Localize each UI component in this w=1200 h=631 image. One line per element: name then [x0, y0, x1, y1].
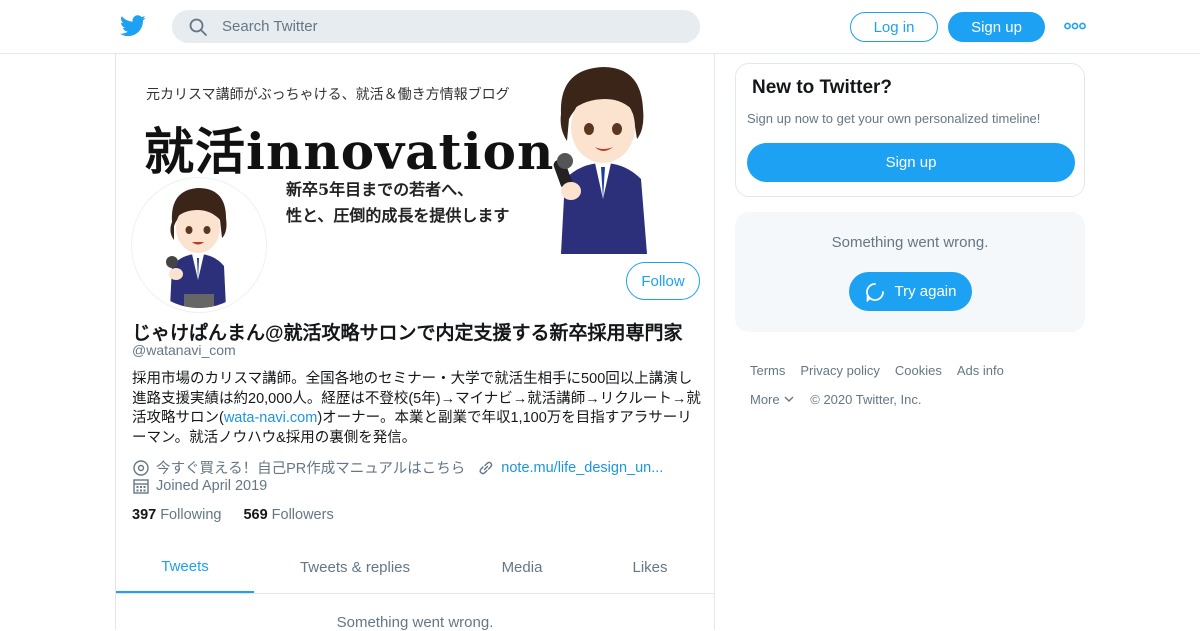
following-label: Following	[160, 507, 222, 523]
profile-bio: 採用市場のカリスマ講師。全国各地のセミナー・大学で就活生相手に500回以上講演し…	[132, 370, 702, 448]
chevron-down-icon	[784, 396, 794, 402]
search-icon	[189, 18, 207, 36]
banner-title: 就活innovation	[144, 122, 555, 181]
refresh-icon	[865, 282, 884, 302]
followers-count: 569	[243, 507, 268, 523]
profile-column: 元カリスマ講師がぶっちゃける、就活＆働き方情報ブログ 就活innovation …	[115, 54, 715, 631]
banner-character-illustration	[553, 67, 647, 254]
more-options-icon[interactable]	[1064, 20, 1086, 32]
new-to-twitter-text: Sign up now to get your own personalized…	[747, 111, 1041, 126]
profile-website-link[interactable]: note.mu/life_design_un...	[501, 460, 663, 476]
footer-more-link[interactable]: More	[750, 392, 795, 407]
banner-subtitle: 元カリスマ講師がぶっちゃける、就活＆働き方情報ブログ	[146, 87, 510, 103]
timeline-error-message: Something went wrong.	[336, 614, 494, 631]
try-again-label: Try again	[894, 283, 957, 300]
footer-ads-info-link[interactable]: Ads info	[957, 363, 1004, 378]
profile-location: 今すぐ買える！自己PR作成マニュアルはこちら note.mu/life_desi…	[132, 457, 663, 478]
footer-cookies-link[interactable]: Cookies	[895, 363, 942, 378]
search-bar	[172, 10, 700, 43]
twitter-bird-icon[interactable]	[120, 14, 146, 38]
avatar-illustration	[136, 182, 262, 308]
login-button[interactable]: Log in	[850, 12, 938, 42]
try-again-button[interactable]: Try again	[849, 272, 972, 311]
new-to-twitter-heading: New to Twitter?	[752, 77, 893, 98]
followers-label: Followers	[271, 507, 334, 523]
footer-terms-link[interactable]: Terms	[750, 363, 785, 378]
bio-link[interactable]: wata-navi.com	[224, 410, 317, 426]
tab-tweets-and-replies[interactable]: Tweets & replies	[276, 542, 434, 593]
new-to-twitter-card: New to Twitter? Sign up now to get your …	[735, 63, 1085, 197]
tab-media[interactable]: Media	[474, 542, 570, 593]
following-stat[interactable]: 397 Following	[132, 507, 221, 523]
banner-line-1: 新卒5年目までの若者へ、	[286, 180, 474, 199]
tab-likes[interactable]: Likes	[606, 542, 694, 593]
footer-more-label: More	[750, 392, 780, 407]
footer-copyright: © 2020 Twitter, Inc.	[810, 392, 922, 407]
profile-tabs: Tweets Tweets & replies Media Likes	[116, 542, 714, 594]
follow-button[interactable]: Follow	[626, 262, 700, 300]
sidebar-signup-button[interactable]: Sign up	[747, 143, 1075, 182]
profile-avatar[interactable]	[132, 178, 266, 312]
followers-stat[interactable]: 569 Followers	[243, 507, 333, 523]
profile-joined: Joined April 2019	[132, 477, 267, 495]
link-icon	[479, 461, 493, 474]
tab-tweets[interactable]: Tweets	[116, 542, 254, 593]
sidebar-footer: Terms Privacy policy Cookies Ads info Mo…	[750, 363, 1080, 421]
banner-line-2: 性と、圧倒的成長を提供します	[286, 206, 510, 225]
location-pin-icon	[133, 459, 149, 476]
profile-handle[interactable]: @watanavi_com	[132, 342, 236, 358]
location-text: 今すぐ買える！自己PR作成マニュアルはこちら	[156, 461, 466, 477]
sidebar-error-card: Something went wrong. Try again	[735, 212, 1085, 332]
footer-privacy-link[interactable]: Privacy policy	[800, 363, 879, 378]
search-input[interactable]	[222, 18, 662, 35]
following-count: 397	[132, 507, 157, 523]
profile-stats: 397 Following 569 Followers	[132, 507, 334, 523]
profile-name: じゃけぱんまん@就活攻略サロンで内定支援する新卒採用専門家	[132, 323, 683, 344]
joined-text: Joined April 2019	[156, 478, 268, 494]
sidebar-error-message: Something went wrong.	[831, 234, 989, 251]
top-navigation-bar: Log in Sign up	[0, 0, 1200, 54]
calendar-icon	[133, 479, 149, 494]
signup-button[interactable]: Sign up	[948, 12, 1045, 42]
